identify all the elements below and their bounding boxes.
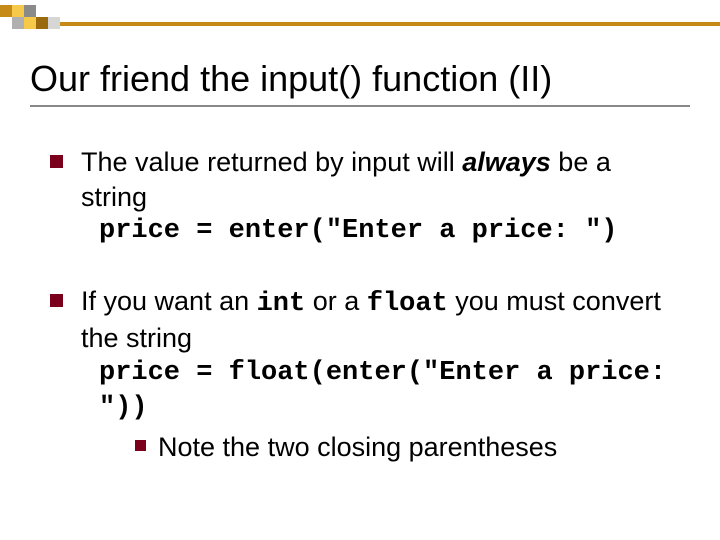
square-bullet-icon: [50, 294, 63, 307]
inline-code: float: [367, 289, 448, 319]
title-area: Our friend the input() function (II): [0, 0, 720, 115]
sub-bullet-item: Note the two closing parentheses: [81, 430, 680, 465]
slide-title: Our friend the input() function (II): [30, 58, 690, 99]
bullet-content: If you want an int or a float you must c…: [81, 284, 680, 465]
code-line: price = float(enter("Enter a price: ")): [81, 356, 680, 426]
text: or a: [305, 286, 367, 316]
square-bullet-icon: [135, 440, 146, 451]
text: If you want an: [81, 286, 257, 316]
bullet-content: The value returned by input will always …: [81, 145, 680, 249]
square-bullet-icon: [50, 155, 63, 168]
slide: Our friend the input() function (II) The…: [0, 0, 720, 540]
inline-code: int: [257, 289, 306, 319]
slide-body: The value returned by input will always …: [0, 115, 720, 464]
bullet-item: The value returned by input will always …: [50, 145, 680, 249]
title-underline: [30, 105, 690, 107]
bullet-item: If you want an int or a float you must c…: [50, 284, 680, 465]
emphasis-text: always: [462, 147, 551, 177]
text: The value returned by input will: [81, 147, 462, 177]
sub-bullet-text: Note the two closing parentheses: [158, 430, 557, 465]
code-line: price = enter("Enter a price: "): [81, 214, 680, 249]
